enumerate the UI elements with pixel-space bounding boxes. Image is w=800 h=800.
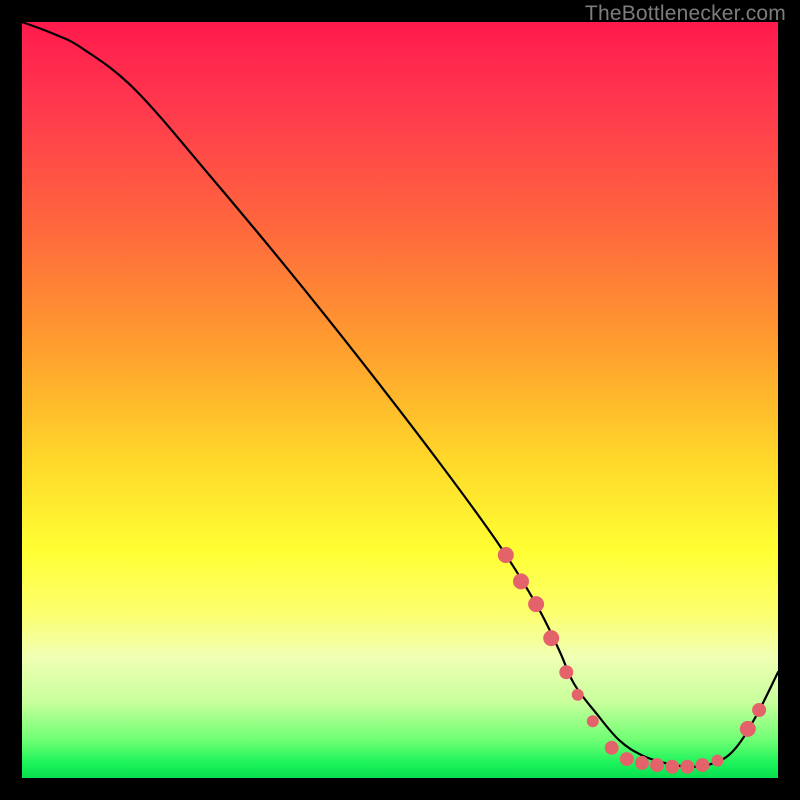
marker-group <box>498 547 766 774</box>
highlight-marker <box>650 758 664 772</box>
chart-svg <box>22 22 778 778</box>
highlight-marker <box>695 758 709 772</box>
highlight-marker <box>605 741 619 755</box>
highlight-marker <box>543 630 559 646</box>
highlight-marker <box>498 547 514 563</box>
highlight-marker <box>559 665 573 679</box>
highlight-marker <box>740 721 756 737</box>
highlight-marker <box>712 755 724 767</box>
chart-plot-area <box>22 22 778 778</box>
highlight-marker <box>528 596 544 612</box>
highlight-marker <box>680 760 694 774</box>
highlight-marker <box>572 689 584 701</box>
chart-frame: TheBottlenecker.com <box>0 0 800 800</box>
highlight-marker <box>752 703 766 717</box>
highlight-marker <box>665 760 679 774</box>
highlight-marker <box>587 715 599 727</box>
watermark-text: TheBottlenecker.com <box>585 2 786 26</box>
highlight-marker <box>635 756 649 770</box>
highlight-marker <box>513 573 529 589</box>
highlight-marker <box>620 752 634 766</box>
bottleneck-curve <box>22 22 778 767</box>
